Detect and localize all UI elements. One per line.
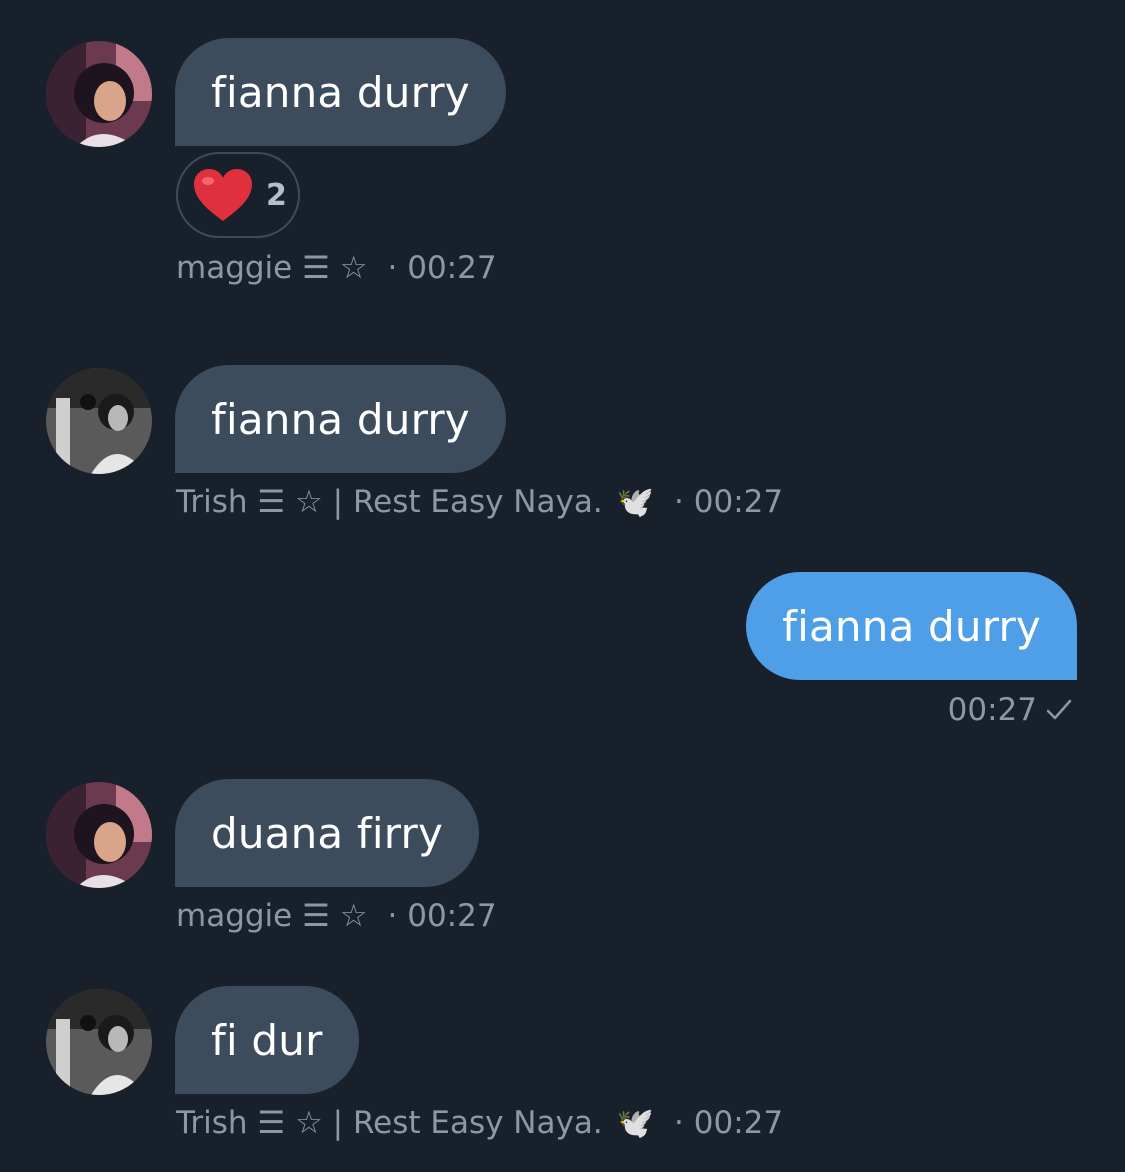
avatar-trish[interactable]	[46, 989, 152, 1095]
sender-name[interactable]: maggie ☰ ☆	[176, 898, 368, 934]
sent-check-icon	[1046, 699, 1072, 720]
message-bubble[interactable]: fianna durry	[175, 365, 506, 473]
message-text: fianna durry	[211, 67, 470, 117]
message-text: duana firry	[211, 808, 444, 858]
reaction-heart-button[interactable]: 2	[176, 152, 300, 238]
avatar-maggie[interactable]	[46, 41, 152, 147]
message-text: fi dur	[211, 1015, 323, 1065]
message-text: fianna durry	[782, 601, 1041, 651]
message-bubble[interactable]: fianna durry	[175, 38, 506, 146]
message-text: fianna durry	[211, 394, 470, 444]
reaction-count: 2	[266, 177, 287, 213]
heart-icon	[194, 169, 252, 221]
message-bubble-outgoing[interactable]: fianna durry	[746, 572, 1077, 680]
message-meta: Trish ☰ ☆ | Rest Easy Naya. 🕊️ · 00:27	[176, 1101, 789, 1145]
sender-name[interactable]: Trish ☰ ☆ | Rest Easy Naya.	[176, 1105, 603, 1141]
timestamp: · 00:27	[387, 898, 497, 934]
message-meta: maggie ☰ ☆ · 00:27	[176, 246, 503, 290]
avatar-maggie[interactable]	[46, 782, 152, 888]
timestamp: · 00:27	[674, 1105, 784, 1141]
message-meta: maggie ☰ ☆ · 00:27	[176, 894, 503, 938]
message-meta: Trish ☰ ☆ | Rest Easy Naya. 🕊️ · 00:27	[176, 480, 789, 524]
timestamp: · 00:27	[674, 484, 784, 520]
avatar-trish[interactable]	[46, 368, 152, 474]
dove-icon: 🕊️	[616, 1105, 655, 1141]
outgoing-meta: 00:27	[948, 688, 1073, 732]
timestamp: 00:27	[947, 692, 1037, 728]
message-bubble[interactable]: fi dur	[175, 986, 359, 1094]
dove-icon: 🕊️	[616, 484, 655, 520]
sender-name[interactable]: Trish ☰ ☆ | Rest Easy Naya.	[176, 484, 603, 520]
sender-name[interactable]: maggie ☰ ☆	[176, 250, 368, 286]
timestamp: · 00:27	[387, 250, 497, 286]
message-bubble[interactable]: duana firry	[175, 779, 480, 887]
